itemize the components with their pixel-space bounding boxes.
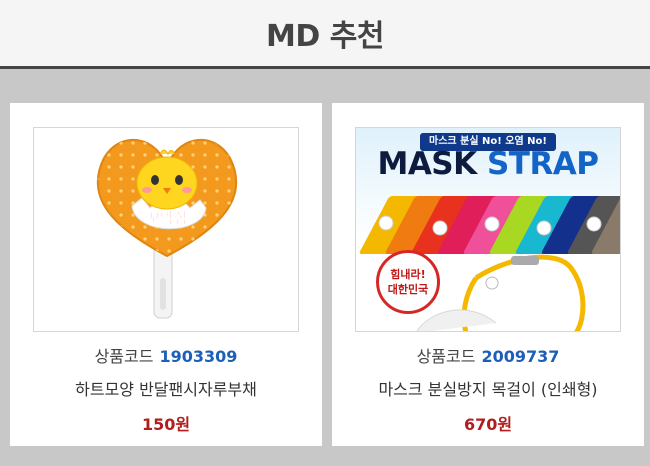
fan-logo-text: 꼬약샵 [146,209,188,227]
product-price: 670원 [463,415,513,434]
product-code-label: 상품코드 [94,347,154,366]
badge-line-2: 대한민국 [387,283,429,296]
product-code-number: 1903309 [159,347,238,366]
section-title: MD 추천 [266,19,384,54]
product-name[interactable]: 마스크 분실방지 목걸이 (인쇄형) [332,376,644,400]
product-code: 상품코드 1903309 [10,343,322,367]
product-card-fan[interactable]: 꼬약샵 상품코드 1903309 하트모양 반달팬시자루부채 150원 [10,103,322,446]
product-price: 150원 [141,415,191,434]
page-header: MD 추천 [0,0,650,69]
product-code-number: 2009737 [481,347,560,366]
product-image-fan[interactable]: 꼬약샵 [33,127,299,332]
heart-fan-image: 꼬약샵 [34,128,298,331]
korea-badge: 힘내라! 대한민국 [376,250,440,314]
product-code: 상품코드 2009737 [332,343,644,367]
product-card-mask-strap[interactable]: 마스크 분실 No! 오염 No! MASK STRAP 힘내라! 대한민국 상… [332,103,644,446]
product-image-mask-strap[interactable]: 마스크 분실 No! 오염 No! MASK STRAP 힘내라! 대한민국 [355,127,621,332]
product-name[interactable]: 하트모양 반달팬시자루부채 [10,376,322,400]
badge-line-1: 힘내라! [390,268,426,281]
product-code-label: 상품코드 [416,347,476,366]
